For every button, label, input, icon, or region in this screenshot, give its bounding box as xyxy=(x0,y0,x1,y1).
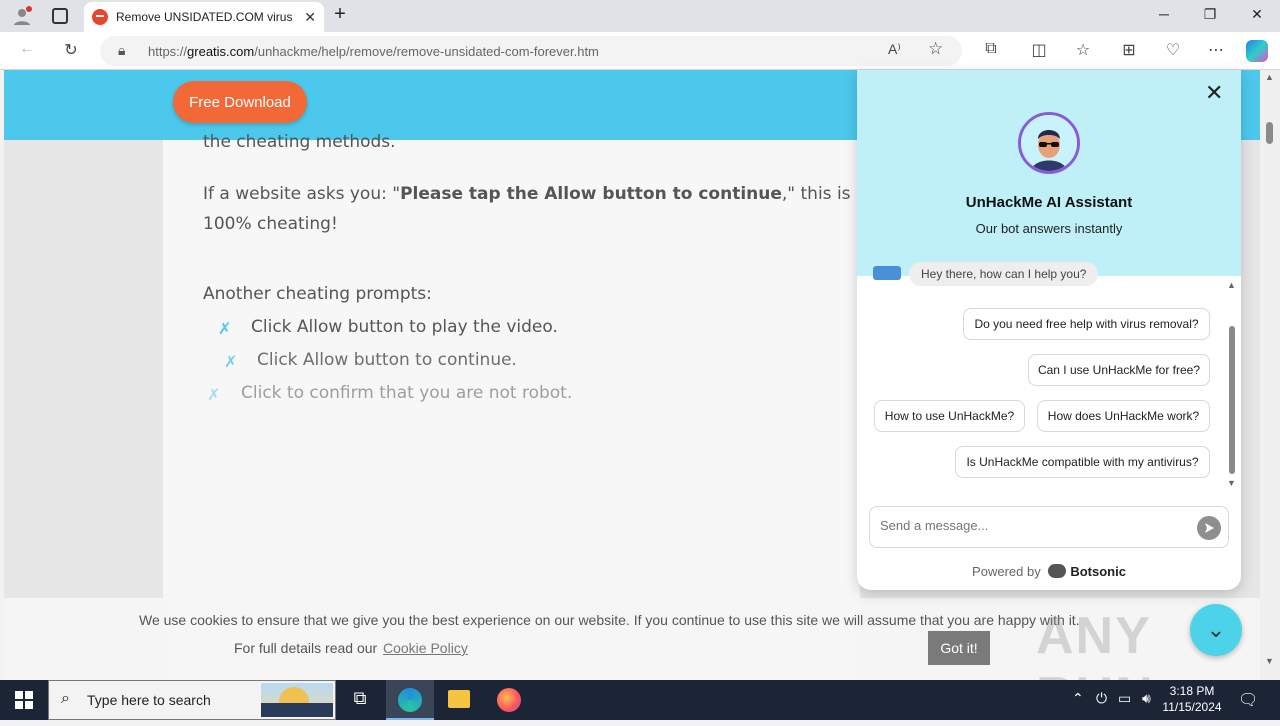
taskbar-search-placeholder: Type here to search xyxy=(87,692,211,708)
chat-message-input[interactable] xyxy=(880,518,1180,533)
line2-bold: Please tap the Allow button to continue xyxy=(400,184,782,204)
tab-bar: Remove UNSIDATED.COM virus ( ✕ + ─ ❐ ✕ xyxy=(0,0,1280,32)
cookie-policy-link[interactable]: Cookie Policy xyxy=(383,640,468,656)
url-field[interactable]: 🔒︎ https://greatis.com/unhackme/help/rem… xyxy=(100,36,962,66)
chat-scroll-up-icon[interactable]: ▲ xyxy=(1227,280,1236,290)
article-line-3: 100% cheating! xyxy=(203,214,338,234)
favorites-icon[interactable]: ☆ xyxy=(1072,40,1094,60)
prompt-item: Click Allow button to play the video. xyxy=(251,317,558,337)
browser-essentials-icon[interactable]: ♡ xyxy=(1162,40,1184,60)
taskbar-clock[interactable]: 3:18 PM 11/15/2024 xyxy=(1160,683,1224,715)
search-icon: ⌕ xyxy=(61,690,70,707)
article-line-1: the cheating methods. xyxy=(203,132,396,152)
split-screen-icon[interactable]: ◫ xyxy=(1028,40,1050,60)
url-path: /unhackme/help/remove/remove-unsidated-c… xyxy=(254,44,599,59)
article-line-2: If a website asks you: "Please tap the A… xyxy=(203,184,851,204)
windows-logo-icon xyxy=(15,691,33,709)
chat-scrollbar-thumb[interactable] xyxy=(1229,326,1235,474)
chat-scroll-down-icon[interactable]: ▼ xyxy=(1227,478,1236,488)
back-button[interactable]: ← xyxy=(16,40,38,58)
profile-icon[interactable] xyxy=(12,6,32,26)
tab-title: Remove UNSIDATED.COM virus ( xyxy=(116,10,296,24)
chat-header: ✕ UnHackMe AI Assistant Our bot answers … xyxy=(857,70,1241,276)
suggestion-chip[interactable]: How does UnHackMe work? xyxy=(1037,400,1210,432)
suggestion-chip[interactable]: Is UnHackMe compatible with my antivirus… xyxy=(955,446,1210,478)
more-menu-icon[interactable]: ⋯ xyxy=(1205,40,1227,60)
taskbar: ⌕ Type here to search ⧉ ⌃ ⏻ ▭ 🔊︎ 3:18 PM… xyxy=(0,680,1280,720)
x-mark-icon: ✗ xyxy=(207,387,221,404)
notifications-icon[interactable]: 🗨︎ xyxy=(1238,690,1258,710)
x-mark-icon: ✗ xyxy=(218,321,232,338)
clock-time: 3:18 PM xyxy=(1169,684,1215,698)
show-hidden-icons-icon[interactable]: ⌃ xyxy=(1072,690,1084,707)
file-explorer-icon[interactable] xyxy=(448,690,470,708)
firefox-icon[interactable] xyxy=(497,688,521,712)
page-scrollbar-thumb[interactable] xyxy=(1266,122,1273,144)
extensions-icon[interactable]: ⧉ xyxy=(980,40,1002,58)
powered-by-brand[interactable]: Botsonic xyxy=(1070,564,1126,579)
line2-start: If a website asks you: " xyxy=(203,184,401,204)
cookie-details-text: For full details read our xyxy=(234,640,378,656)
bot-name: UnHackMe AI Assistant xyxy=(965,194,1133,211)
tab-actions-icon[interactable] xyxy=(52,8,68,24)
start-button[interactable] xyxy=(0,680,48,720)
page-scrollbar[interactable]: ▲ ▼ xyxy=(1260,70,1280,680)
chevron-down-icon: ⌄ xyxy=(1206,617,1226,642)
cookie-message: We use cookies to ensure that we give yo… xyxy=(139,612,1080,628)
address-bar-row: ← ↻ 🔒︎ https://greatis.com/unhackme/help… xyxy=(0,32,1280,70)
new-tab-button[interactable]: + xyxy=(330,3,350,26)
bot-greeting-message: Hey there, how can I help you? xyxy=(909,262,1099,286)
url-prefix: https:// xyxy=(148,44,188,59)
suggestion-chip[interactable]: Do you need free help with virus removal… xyxy=(963,308,1210,340)
bot-avatar xyxy=(1018,112,1080,174)
bot-mini-avatar xyxy=(873,266,901,280)
chat-close-icon[interactable]: ✕ xyxy=(1205,80,1223,106)
url-text: https://greatis.com/unhackme/help/remove… xyxy=(148,44,599,59)
volume-icon[interactable]: 🔊︎ xyxy=(1142,690,1151,707)
chat-message-field[interactable] xyxy=(869,506,1229,548)
send-arrow-icon xyxy=(1205,523,1214,533)
task-view-icon[interactable]: ⧉ xyxy=(348,688,372,712)
suggestion-chip[interactable]: Can I use UnHackMe for free? xyxy=(1028,354,1210,386)
free-download-button[interactable]: Free Download xyxy=(173,81,307,123)
chat-scrollbar[interactable]: ▲ ▼ xyxy=(1227,280,1237,490)
x-mark-icon: ✗ xyxy=(224,354,238,371)
read-aloud-icon[interactable]: A⁾ xyxy=(888,41,901,58)
site-favicon-icon xyxy=(92,9,108,25)
tab-active[interactable]: Remove UNSIDATED.COM virus ( ✕ xyxy=(84,2,324,32)
bot-subtitle: Our bot answers instantly xyxy=(975,221,1123,236)
url-domain: greatis.com xyxy=(187,44,255,59)
prompt-item: Click Allow button to continue. xyxy=(257,350,517,370)
suggestion-chip[interactable]: How to use UnHackMe? xyxy=(874,400,1025,432)
scroll-up-arrow-icon[interactable]: ▲ xyxy=(1265,72,1274,82)
lock-icon[interactable]: 🔒︎ xyxy=(118,42,125,59)
powered-by-label: Powered by xyxy=(972,564,1041,579)
clock-date: 11/15/2024 xyxy=(1162,700,1222,714)
window-close-button[interactable]: ✕ xyxy=(1247,6,1267,23)
maximize-button[interactable]: ❐ xyxy=(1200,6,1220,23)
line2-end: ," this is xyxy=(781,184,851,204)
prompt-item: Click to confirm that you are not robot. xyxy=(241,383,573,403)
search-highlight-image xyxy=(261,683,333,717)
botsonic-logo-icon xyxy=(1048,564,1067,578)
refresh-button[interactable]: ↻ xyxy=(60,40,82,60)
chat-widget: ✕ UnHackMe AI Assistant Our bot answers … xyxy=(857,70,1241,590)
edge-taskbar-icon[interactable] xyxy=(386,680,434,720)
taskbar-search[interactable]: ⌕ Type here to search xyxy=(48,680,336,720)
chat-toggle-button[interactable]: ⌄ xyxy=(1190,604,1242,656)
powered-by-footer: Powered by Botsonic xyxy=(857,564,1241,579)
usb-icon[interactable]: ⏻ xyxy=(1096,690,1107,707)
prompts-heading: Another cheating prompts: xyxy=(203,284,432,304)
send-button[interactable] xyxy=(1197,516,1221,540)
copilot-icon[interactable] xyxy=(1246,40,1268,62)
network-icon[interactable]: ▭ xyxy=(1118,690,1131,707)
tab-close-icon[interactable]: ✕ xyxy=(304,9,316,26)
minimize-button[interactable]: ─ xyxy=(1154,6,1174,22)
cookie-accept-button[interactable]: Got it! xyxy=(928,631,990,665)
collections-icon[interactable]: ⊞ xyxy=(1118,40,1140,60)
favorite-star-icon[interactable]: ☆ xyxy=(928,39,943,59)
